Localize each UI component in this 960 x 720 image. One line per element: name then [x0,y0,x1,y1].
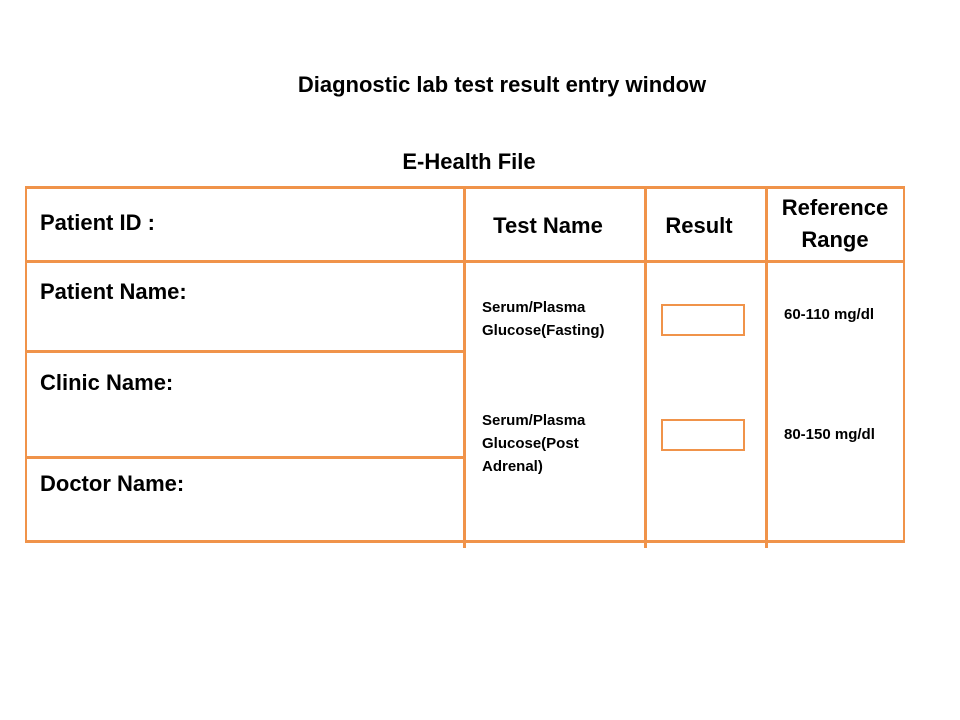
reference-range-post-adrenal: 80-150 mg/dl [784,426,875,443]
header-result: Result [665,213,733,238]
header-divider [25,260,905,263]
doctor-name-label: Doctor Name: [40,471,185,496]
patient-name-divider [25,350,465,353]
reference-range-fasting: 60-110 mg/dl [784,306,875,323]
patient-id-label: Patient ID : [40,210,155,235]
test-name-post-adrenal: Serum/Plasma Glucose(Post Adrenal) [482,412,586,475]
header-test-name: Test Name [493,213,603,238]
window-title: Diagnostic lab test result entry window [297,72,707,97]
patient-name-label: Patient Name: [40,279,187,304]
header-reference-range: Reference Range [781,195,889,252]
result-input-post-adrenal[interactable] [661,419,745,451]
column-divider-reference [765,186,768,548]
clinic-name-divider [25,456,465,459]
test-name-fasting: Serum/Plasma Glucose(Fasting) [482,299,605,339]
result-input-fasting[interactable] [661,304,745,336]
file-heading: E-Health File [402,149,536,174]
clinic-name-label: Clinic Name: [40,370,174,395]
